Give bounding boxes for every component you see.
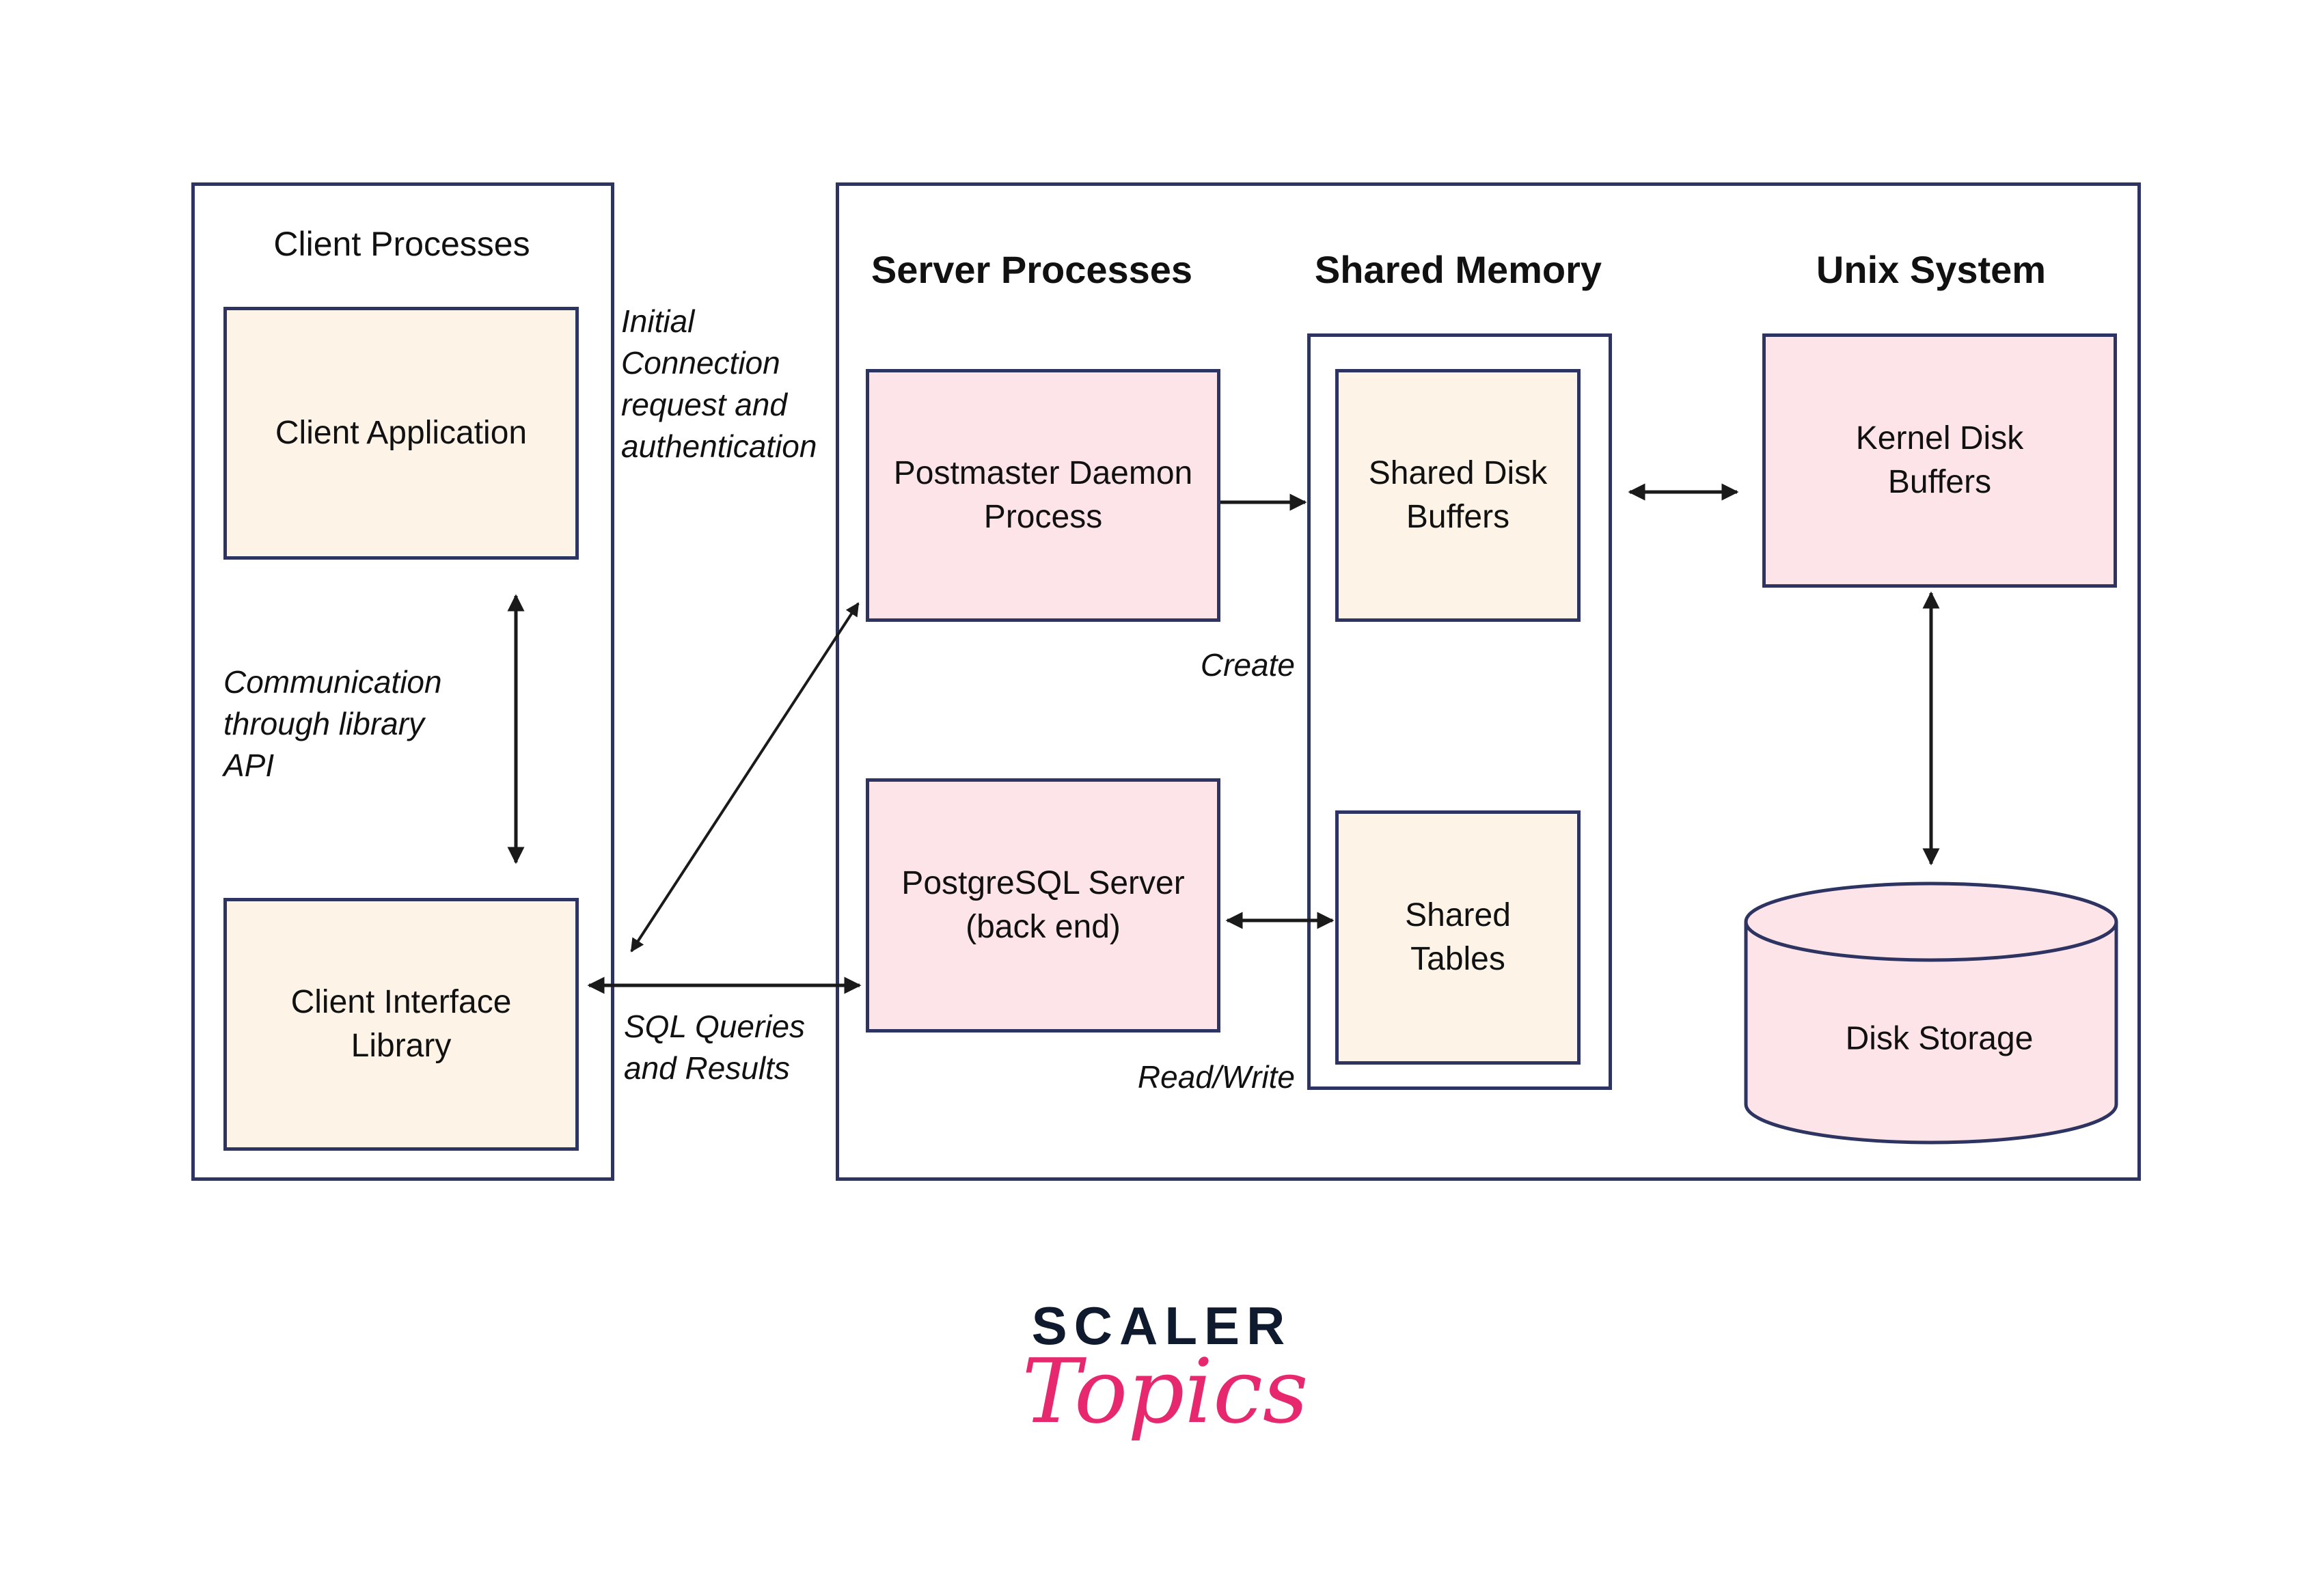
api-note: Communication through library API [223, 664, 442, 783]
disk-storage-cylinder [1744, 881, 2118, 1145]
sql-queries-note: SQL Queries and Results [624, 1009, 806, 1086]
connection-diagonal-arrow [630, 602, 860, 953]
disk-storage-label: Disk Storage [1845, 1020, 2034, 1057]
create-note: Create [1200, 647, 1295, 683]
topics-logo-text: Topics [1022, 1339, 1309, 1443]
read-write-note: Read/Write [1137, 1059, 1295, 1095]
connection-note: Initial Connection request and authentic… [621, 303, 817, 464]
